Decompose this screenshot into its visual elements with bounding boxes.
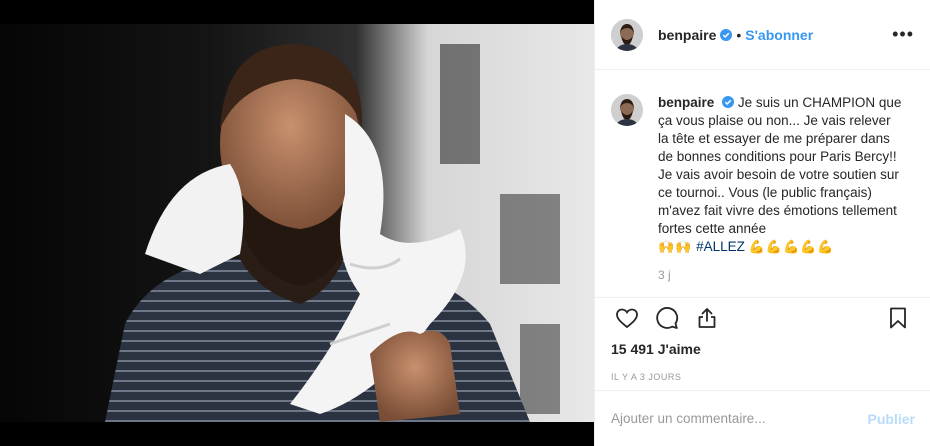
post-author-username[interactable]: benpaire [658,27,716,43]
raised-hands-emoji: 🙌🙌 [658,239,693,254]
header-separator: • [736,26,742,43]
verified-badge-icon [720,28,733,41]
caption-username[interactable]: benpaire [658,95,714,110]
caption-avatar-image [611,94,643,126]
post-timestamp[interactable]: IL Y A 3 JOURS [595,368,930,386]
like-count[interactable]: 15 491 J'aime [595,338,930,360]
more-horizontal-icon[interactable]: ••• [892,24,914,45]
like-button[interactable] [607,298,647,338]
hashtag-link[interactable]: #ALLEZ [696,239,745,254]
publish-comment-button[interactable]: Publier [868,411,915,427]
action-bar [595,298,930,338]
share-button[interactable] [687,298,727,338]
flexed-biceps-emoji: 💪💪💪💪💪 [748,239,835,254]
post-media [0,0,594,446]
avatar-image [611,18,643,51]
add-comment-bar: Publier [595,390,930,446]
comment-button[interactable] [647,298,687,338]
comment-icon [656,307,679,329]
caption-text-block: benpaire Je suis un CHAMPION que ça vous… [658,94,903,256]
comment-input[interactable] [611,411,868,426]
post-photo-graphic [0,24,594,422]
bookmark-icon [890,307,906,329]
post-photo[interactable] [0,24,594,422]
comments-area: benpaire Je suis un CHAMPION que ça vous… [595,70,930,298]
avatar[interactable] [611,18,643,51]
save-button[interactable] [878,298,918,338]
caption-text: Je suis un CHAMPION que ça vous plaise o… [658,95,902,236]
heart-icon [616,308,638,329]
caption-avatar[interactable] [611,94,643,126]
post-side-panel: benpaire • S'abonner ••• benpaire Je sui… [594,0,930,446]
caption-verified-badge-icon [722,96,735,108]
caption-time[interactable]: 3 j [658,268,914,282]
post-header: benpaire • S'abonner ••• [595,0,930,70]
share-icon [698,308,716,328]
caption: benpaire Je suis un CHAMPION que ça vous… [611,94,914,256]
follow-button[interactable]: S'abonner [745,27,813,43]
